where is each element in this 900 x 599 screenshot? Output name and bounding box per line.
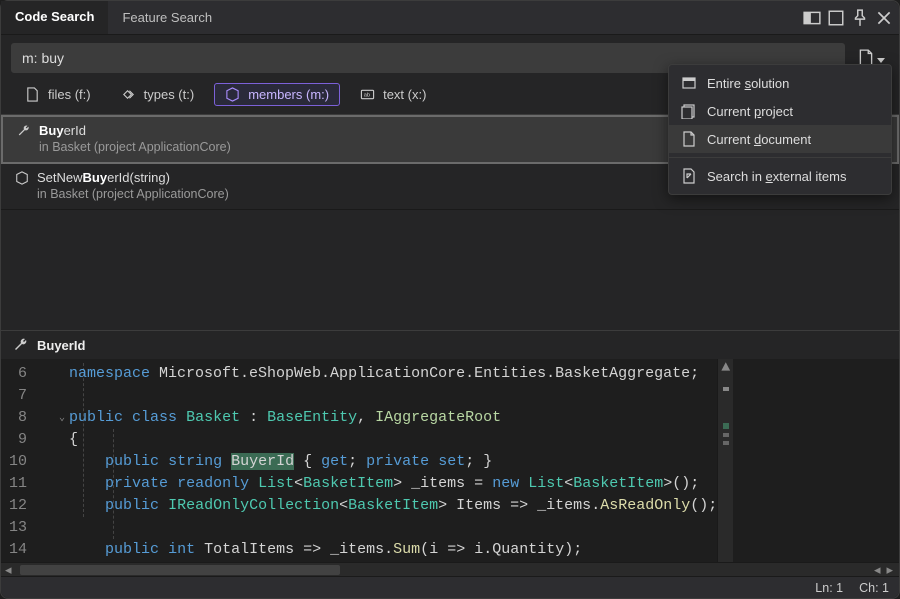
titlebar: Code Search Feature Search [1, 1, 899, 35]
wrench-icon [13, 337, 29, 353]
scope-dropdown-menu: Entire solution Current project Current … [668, 64, 892, 195]
tab-code-search[interactable]: Code Search [1, 1, 108, 34]
filter-text[interactable]: ab text (x:) [350, 84, 436, 105]
filter-members[interactable]: members (m:) [214, 83, 340, 106]
document-icon [681, 131, 697, 147]
result-title: BuyerId [39, 123, 86, 138]
pin-icon[interactable] [851, 9, 869, 27]
panel-split-icon[interactable] [803, 9, 821, 27]
preview-pane: BuyerId 6 7 8 9 10 11 12 13 14 ⌄ namespa… [1, 330, 899, 576]
solution-icon [681, 75, 697, 91]
types-icon [121, 87, 136, 102]
method-icon [15, 171, 29, 185]
dock-icon[interactable] [827, 9, 845, 27]
dropdown-item-external-items[interactable]: Search in external items [669, 162, 891, 190]
horizontal-scrollbar[interactable]: ◂ ◂▸ [1, 562, 899, 576]
dropdown-item-current-document[interactable]: Current document [669, 125, 891, 153]
members-icon [225, 87, 240, 102]
tab-feature-search[interactable]: Feature Search [108, 1, 226, 34]
preview-header: BuyerId [1, 331, 899, 359]
status-bar: Ln: 1 Ch: 1 [1, 576, 899, 598]
svg-text:ab: ab [364, 92, 370, 98]
dropdown-item-entire-solution[interactable]: Entire solution [669, 69, 891, 97]
filter-types[interactable]: types (t:) [111, 84, 205, 105]
code-editor[interactable]: 6 7 8 9 10 11 12 13 14 ⌄ namespace Micro… [1, 359, 899, 562]
line-number-gutter: 6 7 8 9 10 11 12 13 14 [1, 359, 41, 562]
dropdown-item-current-project[interactable]: Current project [669, 97, 891, 125]
wrench-icon [17, 124, 31, 138]
status-line: Ln: 1 [815, 581, 843, 595]
text-icon: ab [360, 87, 375, 102]
preview-title: BuyerId [37, 338, 85, 353]
file-icon [25, 87, 40, 102]
close-icon[interactable] [875, 9, 893, 27]
result-title: SetNewBuyerId(string) [37, 170, 170, 185]
vertical-scrollbar[interactable]: ▲ [717, 359, 733, 562]
project-icon [681, 103, 697, 119]
filter-files[interactable]: files (f:) [15, 84, 101, 105]
code-body: namespace Microsoft.eShopWeb.Application… [41, 359, 717, 562]
dropdown-separator [669, 157, 891, 158]
status-column: Ch: 1 [859, 581, 889, 595]
external-icon [681, 168, 697, 184]
